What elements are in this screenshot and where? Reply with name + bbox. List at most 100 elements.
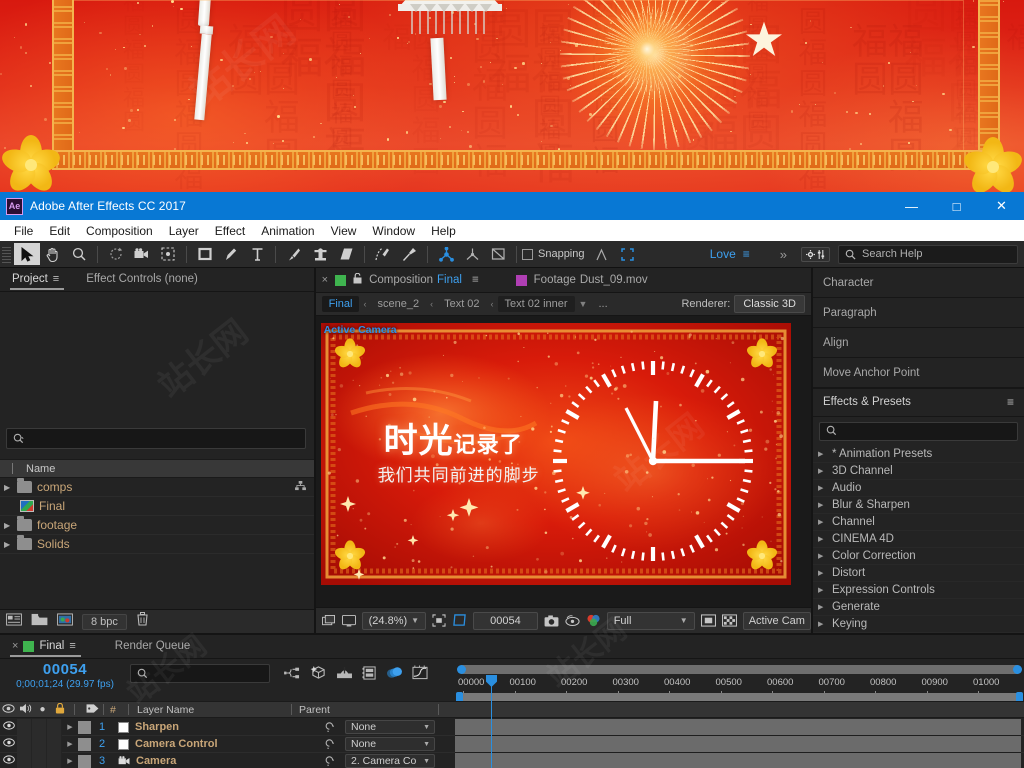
tab-effect-controls[interactable]: Effect Controls (none) [80, 269, 207, 290]
effects-category[interactable]: ▶ Color Correction [812, 548, 1024, 565]
layer-lock-cell[interactable] [47, 752, 62, 768]
layer-disclosure-triangle-icon[interactable]: ▶ [62, 740, 78, 748]
workspace-menu-icon[interactable]: ≡ [743, 247, 756, 261]
brush-tool[interactable] [281, 243, 307, 265]
workspace-name[interactable]: Love [710, 247, 736, 261]
disclosure-triangle-icon[interactable]: ▶ [818, 569, 828, 577]
region-of-interest-icon[interactable] [432, 614, 446, 627]
selection-tool[interactable] [14, 243, 40, 265]
layer-name[interactable]: Camera Control [135, 738, 218, 750]
parent-pick-whip-icon[interactable] [322, 720, 338, 736]
panel-header-align[interactable]: Align [812, 328, 1024, 358]
resolution-dropdown[interactable]: Full ▼ [606, 611, 695, 630]
effects-category[interactable]: ▶ Blur & Sharpen [812, 497, 1024, 514]
menu-item-animation[interactable]: Animation [253, 222, 322, 240]
menu-item-effect[interactable]: Effect [207, 222, 253, 240]
eraser-tool[interactable] [333, 243, 359, 265]
pen-tool[interactable] [218, 243, 244, 265]
parent-dropdown[interactable]: None ▼ [345, 737, 435, 751]
layer-lock-cell[interactable] [47, 735, 62, 753]
effects-presets-header[interactable]: Effects & Presets ≡ [812, 388, 1024, 417]
camera-tool[interactable] [129, 243, 155, 265]
disclosure-triangle-icon[interactable]: ▶ [4, 521, 17, 530]
footage-tab-name[interactable]: Dust_09.mov [580, 274, 648, 286]
disclosure-triangle-icon[interactable]: ▶ [818, 450, 828, 458]
draft-3d-icon[interactable] [310, 665, 327, 685]
menu-item-edit[interactable]: Edit [41, 222, 78, 240]
graph-editor-icon[interactable] [412, 665, 428, 685]
breadcrumb-item-3[interactable]: Text 02 inner [497, 296, 575, 312]
always-preview-icon[interactable] [321, 614, 336, 627]
channels-icon[interactable] [586, 614, 601, 627]
disclosure-triangle-icon[interactable]: ▶ [818, 484, 828, 492]
new-folder-icon[interactable] [31, 613, 48, 631]
comp-tab-name[interactable]: Final [437, 274, 462, 286]
motion-blur-icon[interactable] [386, 666, 403, 685]
frame-blending-icon[interactable] [362, 665, 377, 685]
parent-pick-whip-icon[interactable] [322, 737, 338, 753]
track-camera-tool[interactable] [485, 243, 511, 265]
menu-item-file[interactable]: File [6, 222, 41, 240]
layer-duration-bar[interactable] [455, 736, 1021, 753]
layer-solo-cell[interactable] [32, 718, 47, 736]
effects-category[interactable]: ▶ Generate [812, 599, 1024, 616]
show-snapshot-icon[interactable] [565, 615, 580, 626]
layer-audio-cell[interactable] [17, 735, 32, 753]
layer-audio-cell[interactable] [17, 752, 32, 768]
mask-icon[interactable] [700, 614, 716, 627]
parent-pick-whip-icon[interactable] [322, 754, 338, 768]
breadcrumb-item-0[interactable]: Final [321, 296, 360, 312]
parent-dropdown[interactable]: 2. Camera Co ▼ [345, 754, 435, 768]
disclosure-triangle-icon[interactable]: ▶ [4, 540, 17, 549]
monitor-icon[interactable] [341, 614, 356, 627]
zoom-tool[interactable] [66, 243, 92, 265]
shape-tool[interactable] [192, 243, 218, 265]
layer-solo-cell[interactable] [32, 752, 47, 768]
menu-item-composition[interactable]: Composition [78, 222, 161, 240]
effects-category[interactable]: ▶ Audio [812, 480, 1024, 497]
footage-tab-prefix[interactable]: Footage [534, 274, 576, 286]
layer-disclosure-triangle-icon[interactable]: ▶ [62, 723, 78, 731]
workspace-overflow-icon[interactable]: » [780, 247, 787, 262]
menu-item-window[interactable]: Window [364, 222, 423, 240]
timeline-track-area[interactable] [455, 719, 1024, 768]
layer-name[interactable]: Sharpen [135, 721, 179, 733]
hand-tool[interactable] [40, 243, 66, 265]
lock-icon[interactable] [353, 272, 362, 287]
project-panel-menu-icon[interactable]: ≡ [53, 273, 59, 285]
panel-header-move-anchor-point[interactable]: Move Anchor Point [812, 358, 1024, 388]
view-dropdown[interactable]: Active Cam [742, 611, 811, 630]
clone-stamp-tool[interactable] [307, 243, 333, 265]
orbit-camera-tool[interactable] [459, 243, 485, 265]
effects-category[interactable]: ▶ Keying [812, 616, 1024, 633]
panel-header-paragraph[interactable]: Paragraph [812, 298, 1024, 328]
timeline-horizontal-scrollbar[interactable] [457, 665, 1022, 674]
disclosure-triangle-icon[interactable]: ▶ [818, 518, 828, 526]
tab-render-queue[interactable]: Render Queue [109, 636, 199, 657]
close-tab-icon[interactable]: × [322, 274, 328, 286]
disclosure-triangle-icon[interactable]: ▶ [818, 620, 828, 628]
timeline-ruler[interactable]: 00000 00100 00200 00300 00400 00500 00600 00700… [455, 659, 1024, 768]
interpret-footage-icon[interactable] [6, 612, 22, 631]
effects-category[interactable]: ▶ Expression Controls [812, 582, 1024, 599]
effects-category[interactable]: ▶ Distort [812, 565, 1024, 582]
layer-visibility-toggle[interactable] [0, 755, 17, 767]
tab-timeline-final[interactable]: × Final ≡ [6, 636, 85, 657]
menu-item-help[interactable]: Help [423, 222, 464, 240]
disclosure-triangle-icon[interactable]: ▶ [818, 552, 828, 560]
maximize-button[interactable]: □ [934, 192, 979, 220]
composition-flowchart-icon[interactable] [294, 480, 306, 494]
composition-viewer-stage[interactable]: 时光记录了 我们共同前进的脚步 Active Camera [315, 316, 811, 607]
rotation-tool[interactable] [103, 243, 129, 265]
renderer-value[interactable]: Classic 3D [734, 295, 805, 313]
bit-depth-button[interactable]: 8 bpc [82, 613, 127, 630]
effects-search-input[interactable] [818, 421, 1018, 441]
disclosure-triangle-icon[interactable]: ▶ [818, 501, 828, 509]
layer-duration-bar[interactable] [455, 719, 1021, 736]
breadcrumb-item-4[interactable]: ... [591, 296, 614, 312]
breadcrumb-item-1[interactable]: scene_2 [370, 296, 426, 312]
delete-icon[interactable] [136, 612, 149, 631]
layer-solo-cell[interactable] [32, 735, 47, 753]
unified-camera-tool[interactable] [433, 243, 459, 265]
disclosure-triangle-icon[interactable]: ▶ [818, 586, 828, 594]
